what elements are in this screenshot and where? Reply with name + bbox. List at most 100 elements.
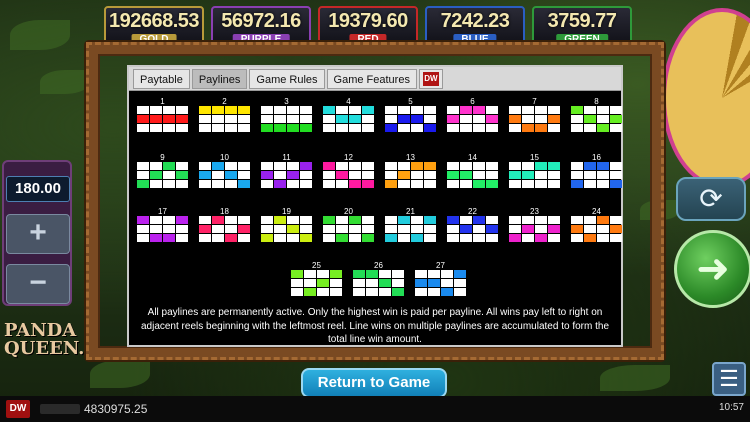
payline-cell-active	[392, 288, 404, 296]
payline-cell-active	[330, 270, 342, 278]
payline-cell	[571, 171, 583, 179]
payline-number: 1	[160, 97, 165, 106]
payline-cell-active	[323, 106, 335, 114]
payline-grid	[261, 162, 312, 188]
decrease-bet-button[interactable]: −	[6, 264, 70, 304]
tab-game-features[interactable]: Game Features	[326, 69, 417, 89]
payline-cell	[535, 216, 547, 224]
payline-cell	[176, 124, 188, 132]
payline-cell	[597, 115, 609, 123]
payline-grid	[323, 162, 374, 188]
payline-cell	[261, 216, 273, 224]
payline-grid	[137, 106, 188, 132]
payline-cell-active	[509, 171, 521, 179]
payline-cell	[447, 162, 459, 170]
payline-cell	[300, 106, 312, 114]
payline-cell	[212, 234, 224, 242]
payline-cell-active	[385, 124, 397, 132]
payline-cell	[597, 234, 609, 242]
payline-cell	[274, 171, 286, 179]
payline-cell	[274, 225, 286, 233]
payline-cell	[291, 288, 303, 296]
payline-cell-active	[300, 124, 312, 132]
payline-cell	[398, 234, 410, 242]
payline-23: 23	[509, 207, 560, 242]
payline-number: 14	[468, 153, 477, 162]
payline-cell	[300, 171, 312, 179]
payline-cell-active	[212, 162, 224, 170]
payline-cell	[349, 225, 361, 233]
payline-cell	[199, 115, 211, 123]
payline-cell	[473, 124, 485, 132]
payline-cell-active	[548, 162, 560, 170]
payline-cell	[349, 162, 361, 170]
payline-cell	[486, 234, 498, 242]
payline-cell	[411, 124, 423, 132]
payline-cell	[225, 180, 237, 188]
payline-cell	[287, 115, 299, 123]
payline-cell	[176, 162, 188, 170]
payline-cell-active	[212, 106, 224, 114]
payline-cell	[287, 216, 299, 224]
payline-cell	[349, 106, 361, 114]
payline-4: 4	[323, 97, 374, 132]
payline-15: 15	[509, 153, 560, 188]
payline-cell	[304, 279, 316, 287]
payline-cell	[385, 171, 397, 179]
return-to-game-button[interactable]: Return to Game	[301, 368, 447, 398]
payline-cell-active	[398, 115, 410, 123]
tab-game-rules[interactable]: Game Rules	[249, 69, 325, 89]
payline-cell	[584, 124, 596, 132]
payline-cell	[424, 180, 436, 188]
payline-cell	[137, 124, 149, 132]
payline-cell-active	[287, 225, 299, 233]
payline-cell-active	[300, 162, 312, 170]
payline-cell	[548, 234, 560, 242]
payline-grid	[509, 106, 560, 132]
increase-bet-button[interactable]: +	[6, 214, 70, 254]
tab-paytable[interactable]: Paytable	[133, 69, 190, 89]
menu-button[interactable]: ☰	[712, 362, 746, 396]
payline-cell	[225, 124, 237, 132]
payline-number: 17	[158, 207, 167, 216]
tab-paylines[interactable]: Paylines	[191, 69, 248, 89]
payline-17: 17	[137, 207, 188, 242]
payline-cell	[323, 225, 335, 233]
payline-cell	[584, 106, 596, 114]
payline-cell	[137, 162, 149, 170]
payline-cell	[535, 225, 547, 233]
payline-cell-active	[509, 115, 521, 123]
payline-cell-active	[225, 171, 237, 179]
payline-number: 3	[284, 97, 289, 106]
spin-button[interactable]: ➜	[674, 230, 750, 308]
payline-cell-active	[460, 171, 472, 179]
payline-cell-active	[447, 115, 459, 123]
payline-cell	[336, 124, 348, 132]
payline-number: 23	[530, 207, 539, 216]
payline-cell	[522, 162, 534, 170]
payline-cell	[238, 234, 250, 242]
payline-cell	[362, 171, 374, 179]
payline-cell	[610, 234, 622, 242]
payline-cell	[473, 225, 485, 233]
payline-cell	[398, 180, 410, 188]
payline-number: 19	[282, 207, 291, 216]
payline-cell	[411, 216, 423, 224]
payline-cell	[415, 288, 427, 296]
jackpot-amount: 7242.23	[440, 10, 510, 32]
payline-cell	[212, 225, 224, 233]
payline-cell-active	[522, 225, 534, 233]
payline-cell-active	[304, 288, 316, 296]
payline-cell	[163, 180, 175, 188]
payline-cell-active	[349, 216, 361, 224]
payline-grid	[261, 106, 312, 132]
payline-cell-active	[317, 279, 329, 287]
jackpot-amount: 192668.53	[108, 10, 200, 32]
payline-cell	[584, 180, 596, 188]
tab-dw-logo[interactable]: DW	[418, 69, 443, 89]
payline-number: 4	[346, 97, 351, 106]
payline-cell	[225, 115, 237, 123]
payline-7: 7	[509, 97, 560, 132]
payline-cell	[411, 225, 423, 233]
refresh-button[interactable]: ⟳	[676, 177, 746, 221]
